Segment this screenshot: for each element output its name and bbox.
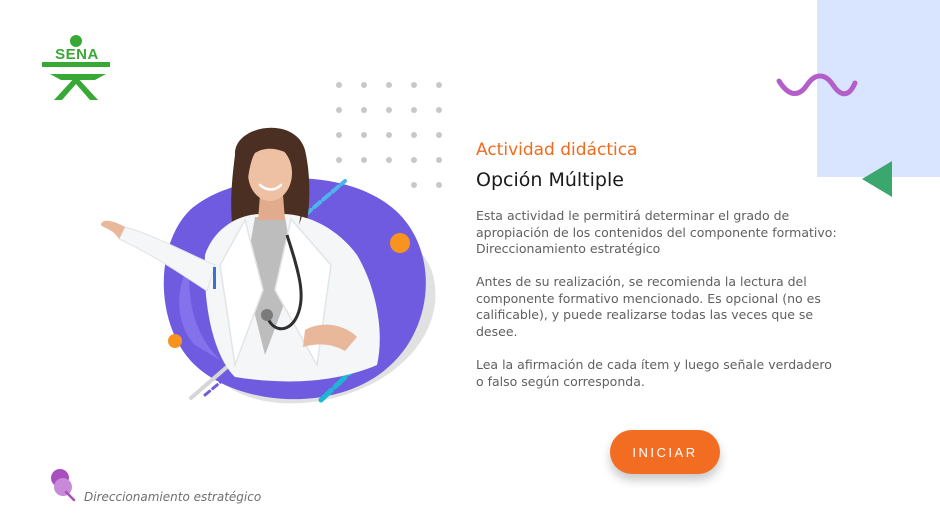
sena-logo: SENA bbox=[40, 34, 114, 104]
start-button[interactable]: INICIAR bbox=[610, 430, 720, 474]
intro-paragraph-3: Lea la afirmación de cada ítem y luego s… bbox=[476, 357, 832, 389]
intro-paragraph-2: Antes de su realización, se recomienda l… bbox=[476, 274, 821, 339]
pushpin-icon bbox=[51, 469, 76, 502]
triangle-left-icon bbox=[862, 161, 892, 197]
activity-title: Opción Múltiple bbox=[476, 169, 624, 191]
doctor-figure bbox=[101, 127, 380, 382]
activity-kicker: Actividad didáctica bbox=[476, 140, 638, 160]
footer-course-label: Direccionamiento estratégico bbox=[84, 490, 262, 504]
orange-dot-left bbox=[168, 334, 182, 348]
intro-paragraph-1: Esta actividad le permitirá determinar e… bbox=[476, 208, 837, 256]
hero-illustration bbox=[101, 127, 436, 404]
activity-intro-screen: SENA Actividad didáctica Opción Múltiple… bbox=[0, 0, 940, 528]
wave-icon bbox=[776, 73, 858, 97]
orange-dot-right bbox=[390, 233, 410, 253]
sena-logo-text: SENA bbox=[55, 46, 99, 63]
sena-logo-icon bbox=[42, 35, 110, 100]
